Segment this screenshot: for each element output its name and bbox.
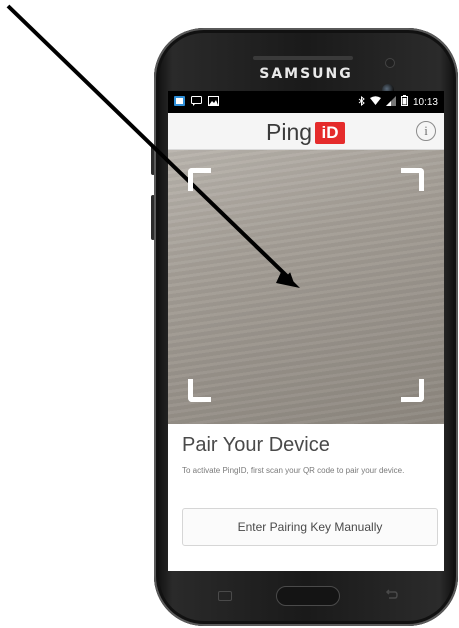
message-icon xyxy=(191,96,202,106)
pair-device-panel: Pair Your Device To activate PingID, fir… xyxy=(168,424,444,571)
phone-screen: 10:13 Ping iD i Pair Your Device To acti… xyxy=(168,91,444,571)
wifi-icon xyxy=(369,96,381,108)
battery-icon xyxy=(400,95,408,109)
logo-text: Ping xyxy=(266,119,313,145)
pingid-logo: Ping iD xyxy=(266,119,346,146)
app-notification-icon xyxy=(174,96,185,106)
app-header: Ping iD i xyxy=(168,113,444,150)
status-time: 10:13 xyxy=(412,96,438,108)
status-bar: 10:13 xyxy=(168,91,444,113)
bluetooth-icon xyxy=(358,95,365,109)
earpiece-speaker xyxy=(253,56,353,60)
back-key[interactable] xyxy=(384,587,398,601)
screenshot-stage: SAMSUNG 10:13 Ping iD i Pair Your Device… xyxy=(0,0,459,628)
scan-corner-top-left xyxy=(188,168,211,191)
logo-badge: iD xyxy=(315,121,346,144)
qr-scanner-viewfinder xyxy=(168,150,444,424)
recent-apps-key[interactable] xyxy=(218,591,232,601)
scan-corner-bottom-right xyxy=(401,379,424,402)
image-icon xyxy=(208,96,219,106)
enter-pairing-key-button[interactable]: Enter Pairing Key Manually xyxy=(182,508,438,546)
info-button[interactable]: i xyxy=(416,121,436,141)
signal-icon xyxy=(385,95,396,109)
pair-title: Pair Your Device xyxy=(182,434,330,456)
phone-brand-label: SAMSUNG xyxy=(259,66,353,82)
home-key[interactable] xyxy=(276,586,340,606)
scan-corner-top-right xyxy=(401,168,424,191)
status-bar-notifications xyxy=(174,96,219,106)
pair-description: To activate PingID, first scan your QR c… xyxy=(182,466,405,475)
scan-corner-bottom-left xyxy=(188,379,211,402)
status-bar-system: 10:13 xyxy=(358,95,438,109)
